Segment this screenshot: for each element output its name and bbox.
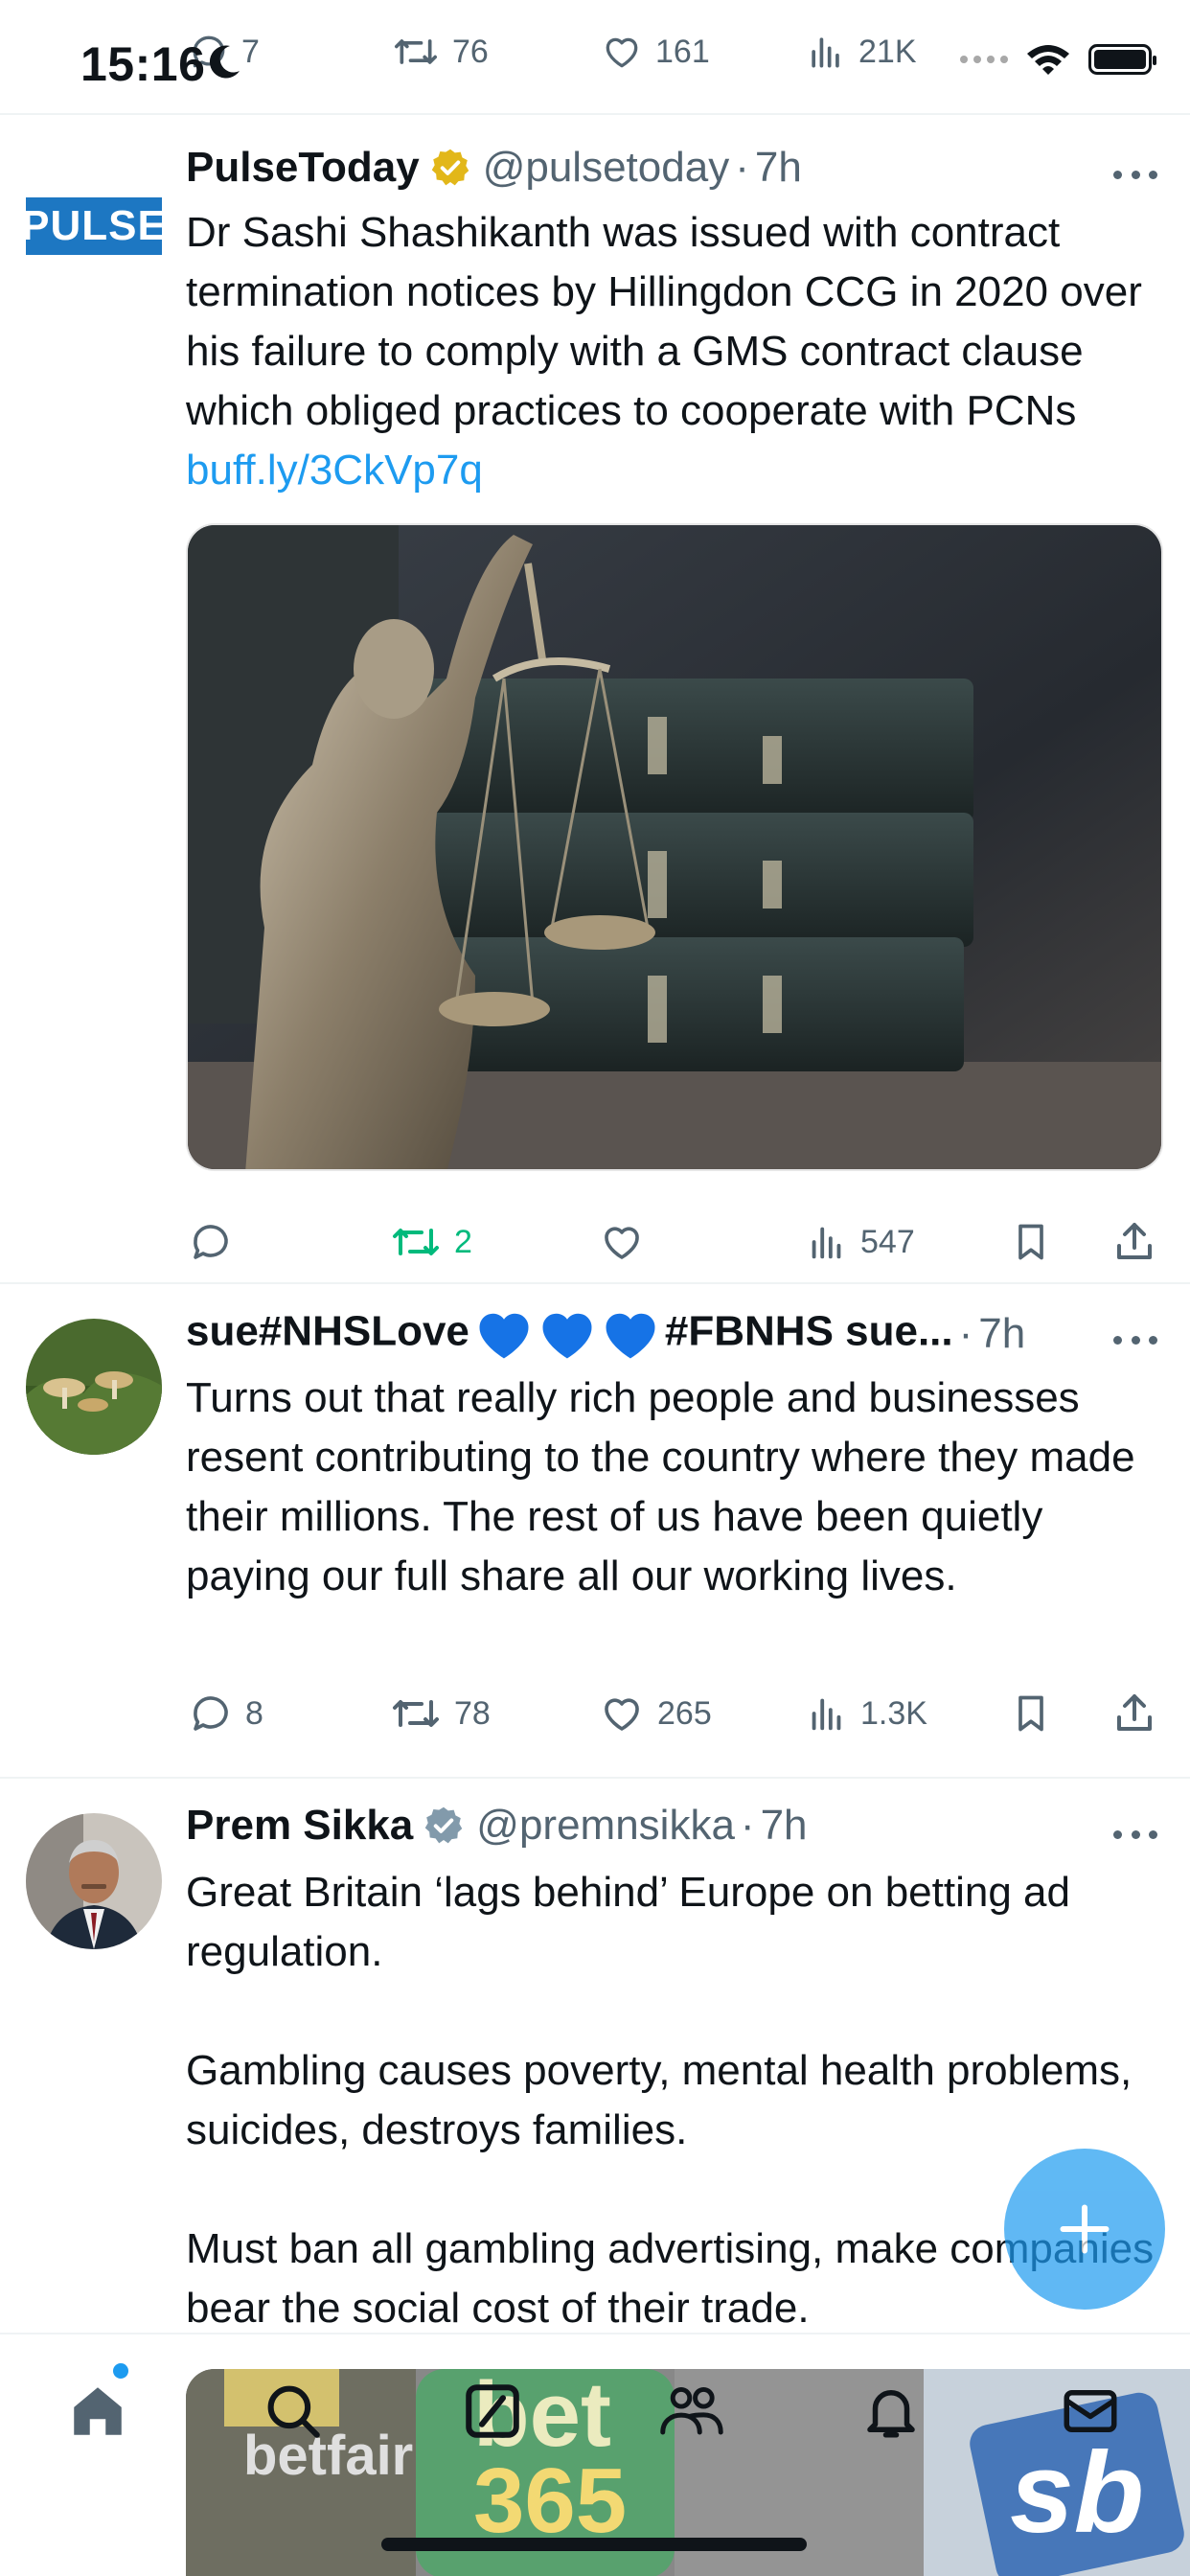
system-icons [960,42,1156,77]
tweet-header: sue#NHSLove #FBNHS sue... · 7h [186,1307,1025,1361]
tweet-sue[interactable]: sue#NHSLove #FBNHS sue... · 7h Turns out… [0,1284,1190,1777]
tweet-link[interactable]: buff.ly/3CkVp7q [186,447,483,494]
blue-heart-icon [479,1313,529,1359]
compose-button[interactable] [1004,2149,1165,2310]
timestamp[interactable]: 7h [978,1310,1025,1358]
like-count: 265 [657,1694,712,1732]
separator-dot: · [735,144,749,191]
bell-icon [867,2390,915,2438]
repost-count: 78 [454,1694,491,1732]
display-name-part-2: #FBNHS sue... [664,1307,953,1355]
search-icon [267,2385,320,2438]
reply-button[interactable] [188,1219,234,1265]
views-icon [812,1227,841,1259]
tweet-image[interactable] [186,523,1163,1171]
repost-count: 2 [454,1223,472,1260]
separator-dot: · [958,1310,973,1357]
share-button[interactable] [1111,1219,1157,1265]
handle[interactable]: @premnsikka [476,1802,735,1850]
home-indicator[interactable] [381,2538,807,2551]
tweet-header: Prem Sikka @premnsikka · 7h [186,1802,808,1850]
tab-home[interactable] [59,2373,136,2450]
more-options-button[interactable] [1113,1336,1157,1345]
blue-hearts [473,1307,661,1361]
repost-button[interactable]: 2 [389,1219,472,1265]
signal-dots-icon [960,56,1008,63]
more-options-button[interactable] [1113,1830,1157,1839]
bookmark-icon [1018,1695,1043,1732]
handle[interactable]: @pulsetoday [483,144,730,192]
tweet-text-content: Dr Sashi Shashikanth was issued with con… [186,209,1142,434]
avatar[interactable]: PULSE [26,197,162,255]
tweet-pulsetoday[interactable]: PULSE PulseToday @pulsetoday · 7h Dr Sas… [0,115,1190,1282]
reply-button[interactable]: 8 [188,1690,263,1736]
display-name-part-1: sue#NHSLove [186,1307,469,1355]
verified-badge-icon [423,1805,465,1847]
wifi-icon [1027,45,1069,75]
blue-heart-icon [542,1313,592,1359]
avatar-logo: PULSE [26,197,162,255]
battery-icon [1088,44,1156,75]
heart-icon [605,1698,639,1731]
verified-badge-icon [429,147,471,189]
comment-icon [194,1696,228,1731]
more-options-button[interactable] [1113,171,1157,179]
status-bar: 15:16 [0,0,1190,115]
mail-icon [1064,2390,1117,2432]
reply-count: 8 [245,1694,263,1732]
plus-icon [1060,2204,1110,2254]
repost-icon [393,1229,439,1255]
views-count: 1.3K [860,1694,927,1732]
repost-button[interactable]: 78 [389,1690,491,1736]
avatar-image [26,1319,162,1455]
comment-icon [194,1225,228,1259]
views-button[interactable]: 547 [805,1219,915,1265]
separator-dot: · [740,1802,755,1849]
tweet-text: Dr Sashi Shashikanth was issued with con… [186,203,1163,500]
tab-search[interactable] [255,2373,332,2450]
views-count: 547 [860,1223,915,1260]
tab-grok[interactable] [454,2373,531,2450]
avatar[interactable] [26,1319,162,1455]
tab-messages[interactable] [1052,2373,1129,2450]
avatar-image [26,1813,162,1949]
avatar[interactable] [26,1813,162,1949]
bookmark-button[interactable] [1010,1690,1052,1736]
display-name[interactable]: sue#NHSLove #FBNHS sue... [186,1307,953,1361]
like-button[interactable]: 265 [598,1690,712,1736]
scales-of-justice-image [188,525,1161,1169]
display-name[interactable]: Prem Sikka [186,1802,413,1850]
share-button[interactable] [1111,1690,1157,1736]
notification-dot [113,2363,128,2379]
home-icon [74,2387,122,2435]
tab-notifications[interactable] [853,2373,929,2450]
share-icon [1117,1694,1152,1731]
communities-icon [660,2386,723,2435]
grok-icon [466,2384,519,2438]
clock: 15:16 [80,37,206,91]
tweet-text: Turns out that really rich people and bu… [186,1374,1135,1599]
views-icon [812,1698,841,1731]
tab-communities[interactable] [653,2373,730,2450]
blue-heart-icon [606,1313,655,1359]
timestamp[interactable]: 7h [755,144,802,192]
timestamp[interactable]: 7h [761,1802,808,1850]
views-button[interactable]: 1.3K [805,1690,927,1736]
heart-icon [605,1227,639,1259]
bookmark-icon [1018,1224,1043,1260]
share-icon [1117,1223,1152,1259]
display-name[interactable]: PulseToday [186,144,420,192]
repost-icon [393,1700,439,1727]
focus-moon-icon [209,45,240,79]
tweet-header: PulseToday @pulsetoday · 7h [186,144,802,192]
like-button[interactable] [598,1219,646,1265]
bookmark-button[interactable] [1010,1219,1052,1265]
